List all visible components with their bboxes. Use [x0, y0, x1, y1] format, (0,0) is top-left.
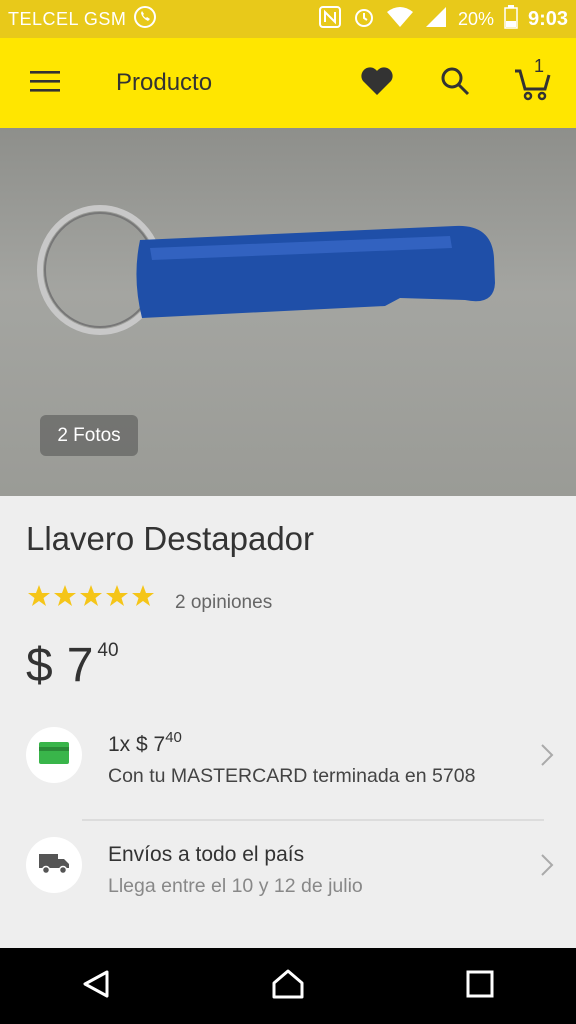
carrier-name: TELCEL GSM — [8, 8, 127, 29]
credit-card-icon — [39, 741, 69, 769]
rating-stars[interactable] — [27, 584, 155, 608]
photo-count-badge[interactable]: 2 Fotos — [40, 415, 138, 456]
menu-icon — [30, 69, 60, 98]
home-button[interactable] — [248, 948, 328, 1024]
installment-cents: 40 — [165, 729, 182, 746]
cart-count-badge: 1 — [534, 56, 545, 76]
chevron-right-icon — [540, 743, 554, 772]
cart-icon — [513, 61, 553, 106]
star-icon — [28, 585, 50, 606]
star-icon — [80, 585, 102, 606]
product-price: $ 7 40 — [26, 636, 119, 696]
recents-square-icon — [466, 970, 494, 1003]
product-info-card: Llavero Destapador 2 opiniones $ 7 40 1x… — [0, 496, 576, 948]
heart-icon — [360, 66, 394, 101]
star-icon — [132, 585, 154, 606]
nfc-icon — [318, 5, 342, 34]
product-title: Llavero Destapador — [26, 520, 315, 557]
status-bar: TELCEL GSM 20% 9:03 — [0, 0, 576, 38]
price-integer: 7 — [66, 639, 94, 692]
signal-icon — [424, 5, 448, 34]
chevron-right-icon — [540, 853, 554, 882]
back-triangle-icon — [81, 969, 111, 1004]
star-icon — [106, 585, 128, 606]
favorite-button[interactable] — [338, 38, 416, 128]
home-icon — [271, 968, 305, 1005]
back-button[interactable] — [56, 948, 136, 1024]
cart-button[interactable]: 1 — [494, 38, 572, 128]
wifi-icon — [386, 5, 414, 34]
star-icon — [54, 585, 76, 606]
shipping-icon-circle — [26, 837, 82, 893]
whatsapp-icon — [132, 4, 158, 35]
payment-row[interactable]: 1x $ 740 Con tu MASTERCARD terminada en … — [0, 727, 576, 827]
system-nav-bar — [0, 948, 576, 1024]
page-title: Producto — [116, 69, 213, 96]
menu-button[interactable] — [0, 38, 90, 128]
reviews-link[interactable]: 2 opiniones — [175, 592, 272, 614]
alarm-icon — [352, 5, 376, 34]
clock: 9:03 — [527, 7, 568, 30]
payment-icon-circle — [26, 727, 82, 783]
shipping-title: Envíos a todo el país — [108, 843, 305, 866]
recents-button[interactable] — [440, 948, 520, 1024]
installment-prefix: 1x $ 7 — [108, 733, 166, 756]
divider — [82, 819, 544, 821]
truck-icon — [38, 851, 70, 880]
search-icon — [440, 66, 470, 101]
installment-price: 1x $ 740 — [108, 729, 182, 757]
payment-detail: Con tu MASTERCARD terminada en 5708 — [108, 765, 476, 787]
price-currency: $ — [26, 639, 53, 692]
search-button[interactable] — [416, 38, 494, 128]
battery-icon — [504, 4, 518, 34]
app-bar: Producto 1 — [0, 38, 576, 128]
shipping-detail: Llega entre el 10 y 12 de julio — [108, 875, 363, 897]
price-cents: 40 — [97, 640, 119, 661]
battery-percent: 20% — [457, 8, 494, 29]
shipping-row[interactable]: Envíos a todo el país Llega entre el 10 … — [0, 837, 576, 937]
